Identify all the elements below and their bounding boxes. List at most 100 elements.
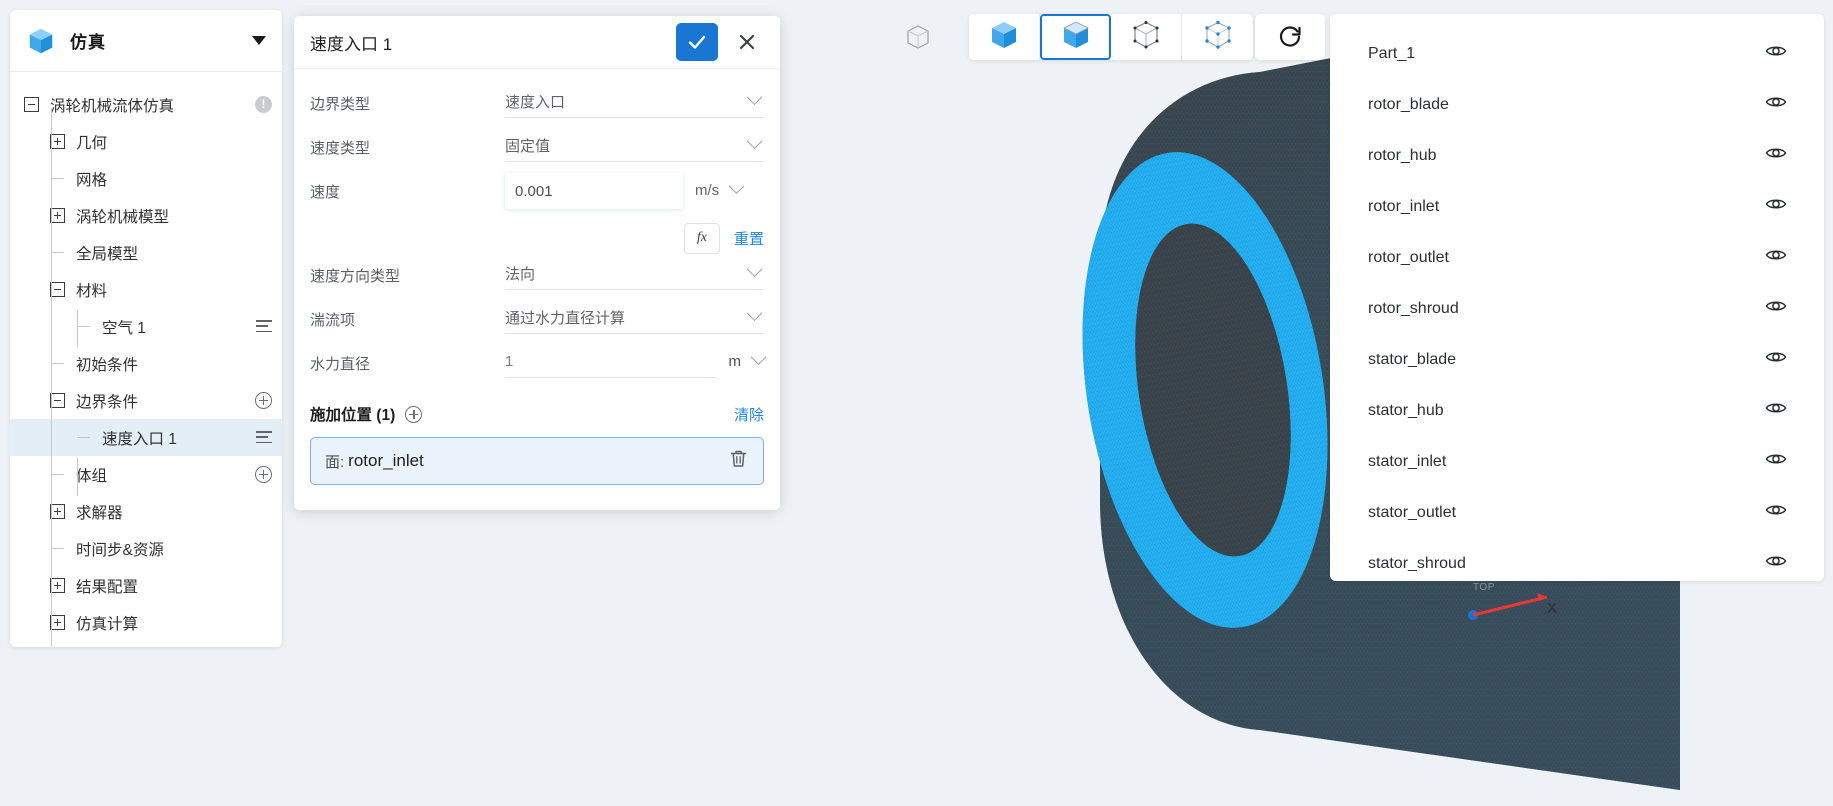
chevron-down-icon: [728, 178, 745, 195]
part-row-10[interactable]: stator_shroud: [1330, 538, 1824, 589]
part-name: rotor_shroud: [1368, 299, 1459, 317]
turbulence-select[interactable]: 通过水力直径计算: [505, 301, 764, 334]
add-location-button[interactable]: [405, 405, 423, 423]
part-row-7[interactable]: stator_hub: [1330, 385, 1824, 436]
collapse-icon[interactable]: [50, 393, 65, 408]
display-mode-button-0[interactable]: [969, 14, 1040, 60]
dialog-title: 速度入口 1: [310, 34, 393, 54]
part-name: stator_inlet: [1368, 452, 1447, 470]
boundary-condition-dialog: 速度入口 1 边界类型 速度入口 速度类型 固定值 速度 0.001 m/s f…: [294, 16, 780, 510]
expand-icon[interactable]: [50, 504, 65, 519]
delete-face-button[interactable]: [728, 448, 749, 474]
sidebar-title: 仿真: [70, 33, 106, 52]
tree-branch-line: [50, 171, 65, 186]
eye-icon[interactable]: [1764, 447, 1788, 476]
tree-item-label: 材料: [76, 282, 108, 300]
tree-item-label: 网格: [76, 171, 108, 189]
display-mode-button-2[interactable]: [1111, 14, 1182, 60]
velocity-unit-select[interactable]: m/s: [695, 173, 745, 206]
caret-down-icon[interactable]: [252, 36, 266, 45]
display-mode-button-1[interactable]: [1040, 14, 1111, 60]
field-velocity: 速度 m/s: [310, 173, 764, 217]
triad-top-label: TOP: [1473, 582, 1495, 593]
part-name: Part_1: [1368, 44, 1416, 62]
wireframe-cube-icon: [907, 25, 929, 49]
warning-badge-icon: !: [255, 96, 272, 113]
eye-icon[interactable]: [1764, 549, 1788, 578]
expand-icon[interactable]: [50, 615, 65, 630]
part-row-3[interactable]: rotor_inlet: [1330, 181, 1824, 232]
expand-icon[interactable]: [50, 578, 65, 593]
collapse-icon[interactable]: [50, 282, 65, 297]
eye-icon[interactable]: [1764, 192, 1788, 221]
part-row-5[interactable]: rotor_shroud: [1330, 283, 1824, 334]
clear-link[interactable]: 清除: [734, 404, 764, 425]
app-root: 仿真 涡轮机械流体仿真! 几何 网格 涡轮机械模型 全局模型 材料 空气 1 初始条件 边界条件…: [0, 0, 1833, 806]
item-menu-icon[interactable]: [256, 320, 272, 333]
tree-item-label: 空气 1: [102, 319, 146, 337]
tree-row-actions: [255, 466, 272, 483]
eye-icon[interactable]: [1764, 90, 1788, 119]
hydraulic-diameter-unit-select[interactable]: m: [729, 345, 767, 378]
velocity-input[interactable]: [505, 173, 683, 209]
velocity-direction-select[interactable]: 法向: [505, 257, 764, 290]
display-mode-button-3[interactable]: [1182, 14, 1253, 60]
add-item-button[interactable]: [255, 392, 272, 409]
eye-icon[interactable]: [1764, 396, 1788, 425]
selected-face-chip[interactable]: 面: rotor_inlet: [310, 437, 764, 485]
triad-x-label: X: [1547, 600, 1558, 617]
expand-icon[interactable]: [50, 134, 65, 149]
field-label: 速度方向类型: [310, 268, 401, 285]
eye-icon[interactable]: [1764, 498, 1788, 527]
field-boundary-type: 边界类型 速度入口: [310, 85, 764, 129]
tree-item-label: 体组: [76, 467, 108, 485]
eye-icon[interactable]: [1764, 141, 1788, 170]
chip-name: rotor_inlet: [348, 451, 424, 470]
part-row-8[interactable]: stator_inlet: [1330, 436, 1824, 487]
reset-view-button[interactable]: [1255, 14, 1325, 60]
part-name: rotor_outlet: [1368, 248, 1449, 266]
wireframe-cube-icon: [1129, 18, 1163, 57]
tree-branch-line: [76, 430, 91, 445]
field-hydraulic-diameter: 水力直径 1 m: [310, 345, 767, 389]
item-menu-icon[interactable]: [256, 431, 272, 444]
eye-icon[interactable]: [1764, 294, 1788, 323]
chevron-down-icon: [746, 132, 763, 149]
velocity-type-value: 固定值: [505, 137, 551, 155]
apply-location-title: 施加位置 (1): [310, 407, 396, 424]
tree-row-actions: [255, 392, 272, 409]
confirm-button[interactable]: [676, 23, 718, 61]
tree-branch-line: [50, 356, 65, 371]
velocity-type-select[interactable]: 固定值: [505, 129, 764, 162]
reset-link[interactable]: 重置: [734, 228, 764, 249]
part-row-1[interactable]: rotor_blade: [1330, 79, 1824, 130]
tree-branch-line: [76, 319, 91, 334]
part-row-6[interactable]: stator_blade: [1330, 334, 1824, 385]
part-row-2[interactable]: rotor_hub: [1330, 130, 1824, 181]
axis-triad[interactable]: TOP X: [1455, 565, 1575, 635]
parts-panel: Part_1 rotor_blade rotor_hub rotor_inletrot…: [1330, 14, 1824, 581]
velocity-unit-value: m/s: [695, 182, 720, 199]
tree-item-label: 边界条件: [76, 393, 139, 411]
tree-item-label: 仿真计算: [76, 615, 139, 633]
add-item-button[interactable]: [255, 466, 272, 483]
boundary-type-select[interactable]: 速度入口: [505, 85, 764, 118]
fx-button[interactable]: fx: [683, 222, 720, 254]
field-velocity-type: 速度类型 固定值: [310, 129, 764, 173]
part-name: stator_blade: [1368, 350, 1457, 368]
part-row-0[interactable]: Part_1: [1330, 28, 1824, 79]
part-name: rotor_blade: [1368, 95, 1449, 113]
collapse-icon[interactable]: [24, 97, 39, 112]
eye-icon[interactable]: [1764, 243, 1788, 272]
part-row-9[interactable]: stator_outlet: [1330, 487, 1824, 538]
hydraulic-diameter-input[interactable]: 1: [505, 345, 717, 378]
velocity-direction-value: 法向: [505, 265, 536, 283]
eye-icon[interactable]: [1764, 39, 1788, 68]
tree-item-label: 时间步&资源: [76, 541, 164, 559]
part-row-4[interactable]: rotor_outlet: [1330, 232, 1824, 283]
eye-icon[interactable]: [1764, 345, 1788, 374]
shaded-cube-icon: [1059, 18, 1093, 57]
expand-icon[interactable]: [50, 208, 65, 223]
cancel-button[interactable]: [726, 23, 768, 61]
view-cube-button[interactable]: [895, 14, 941, 60]
